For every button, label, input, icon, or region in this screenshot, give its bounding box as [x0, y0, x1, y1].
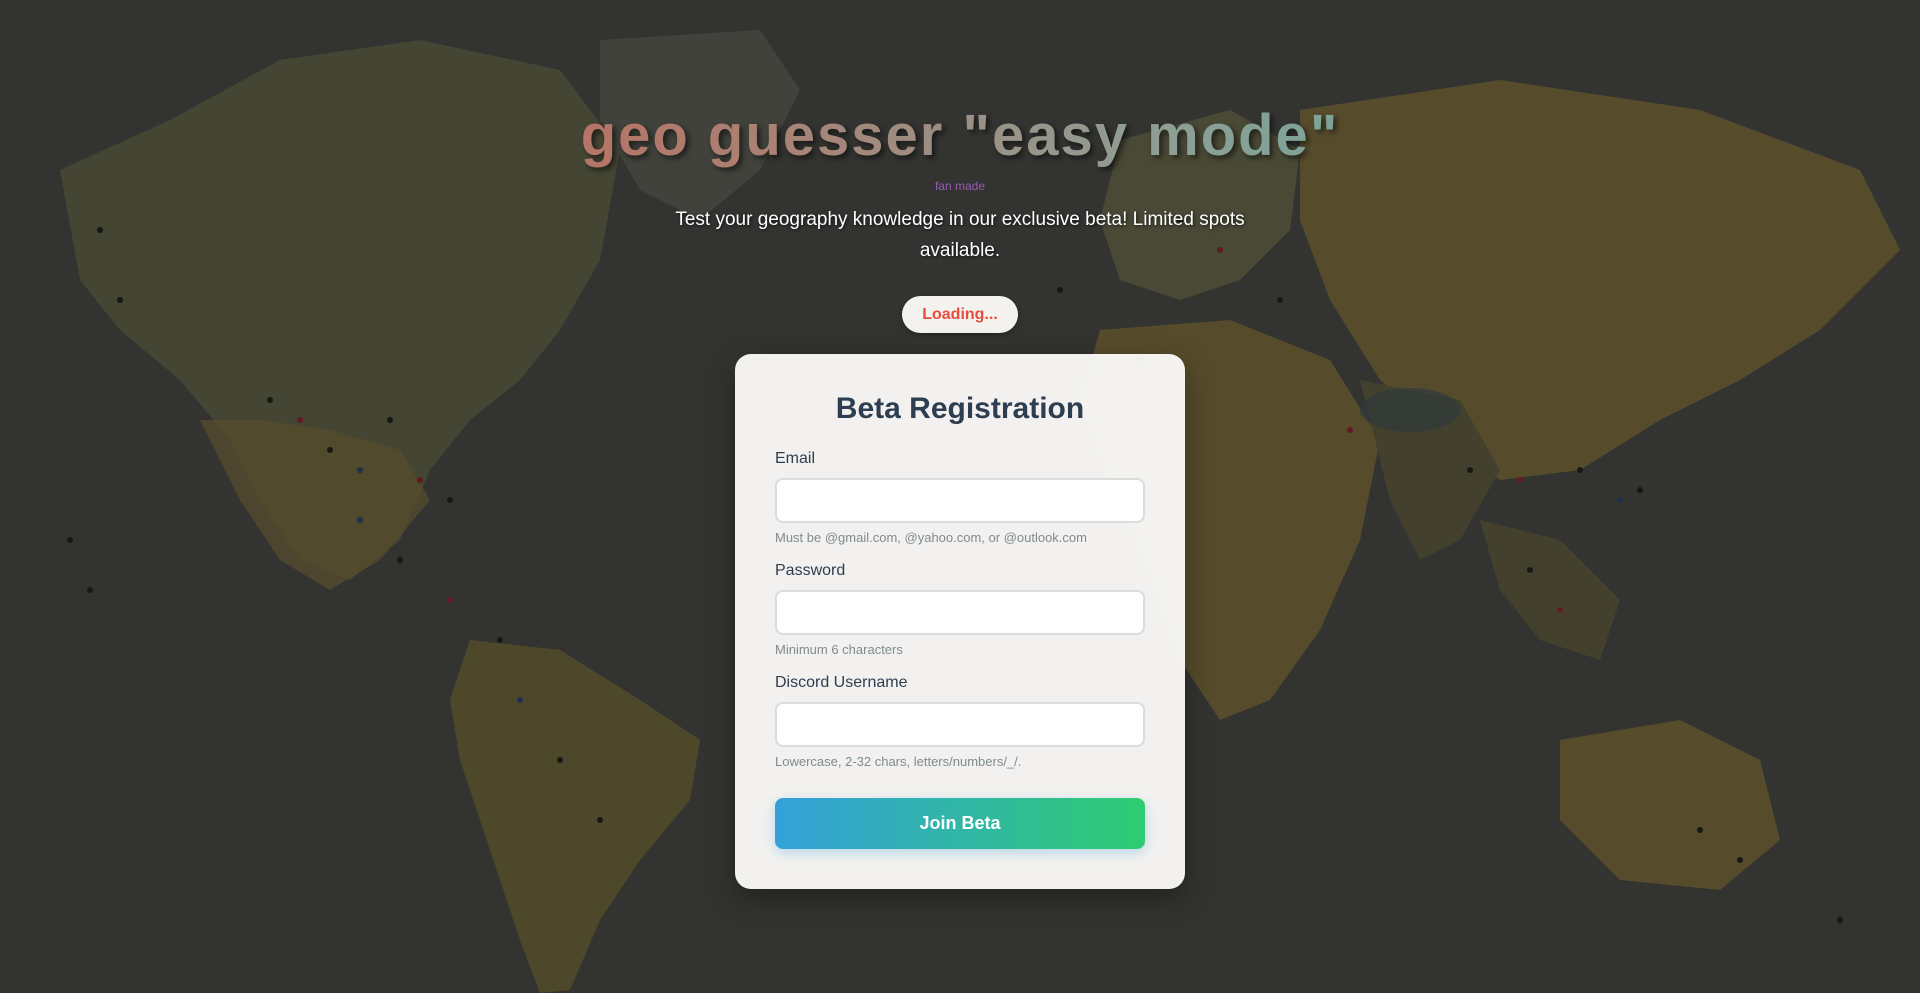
- page-subtitle: Test your geography knowledge in our exc…: [675, 209, 1245, 261]
- password-field[interactable]: [775, 590, 1145, 635]
- discord-username-hint: Lowercase, 2-32 chars, letters/numbers/_…: [775, 754, 1022, 769]
- page-title: geo guesser "easy mode": [0, 100, 1920, 172]
- page: geo guesser "easy mode" fan made Test yo…: [0, 0, 1920, 993]
- email-label: Email: [775, 450, 816, 467]
- join-beta-button[interactable]: Join Beta: [775, 798, 1145, 849]
- form-title: Beta Registration: [835, 392, 1085, 425]
- status-badge: Loading...: [902, 296, 1018, 333]
- password-hint: Minimum 6 characters: [775, 642, 903, 657]
- discord-username-field[interactable]: [775, 702, 1145, 747]
- email-field[interactable]: [775, 478, 1145, 523]
- fan-made-tagline: fan made: [934, 179, 986, 193]
- password-label: Password: [775, 562, 846, 579]
- main-content: geo guesser "easy mode" fan made Test yo…: [0, 0, 1920, 993]
- beta-registration-form: Beta Registration Email Must be @gmail.c…: [735, 354, 1185, 889]
- email-hint: Must be @gmail.com, @yahoo.com, or @outl…: [775, 530, 1087, 545]
- discord-username-label: Discord Username: [775, 674, 908, 691]
